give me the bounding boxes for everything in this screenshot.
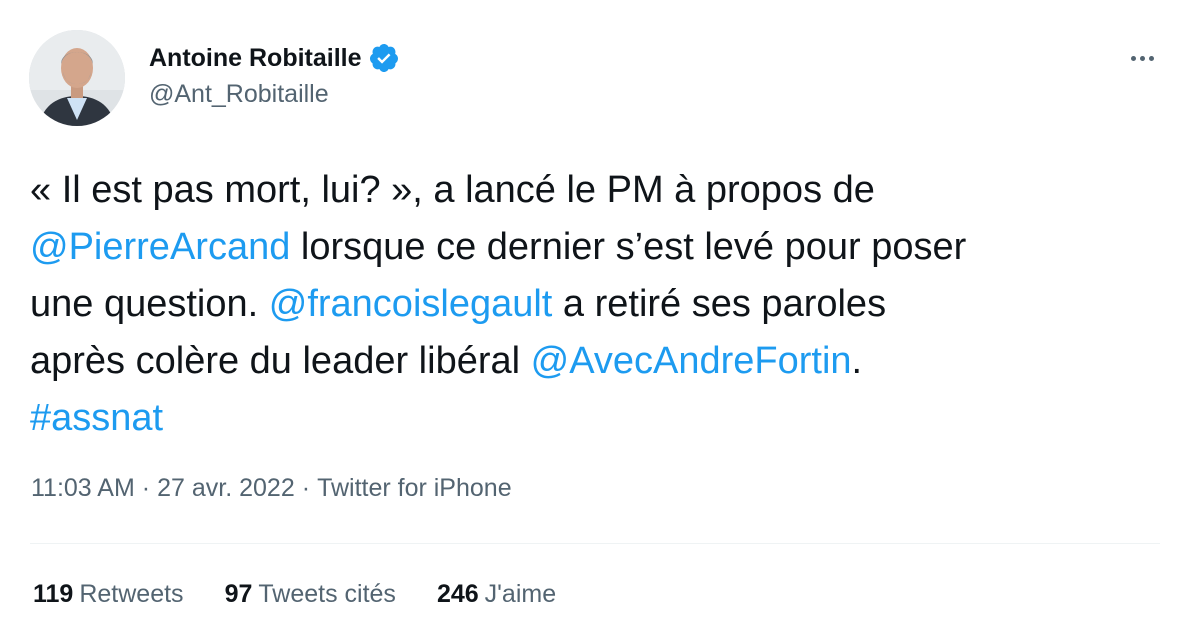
likes-count: 246	[436, 580, 479, 608]
hashtag-link[interactable]: #assnat	[30, 397, 163, 439]
quote-tweets-label: Tweets cités	[258, 580, 396, 608]
author-display-name[interactable]: Antoine Robitaille	[149, 44, 362, 73]
tweet-stats: 119 Retweets 97 Tweets cités 246 J'aime	[33, 580, 556, 609]
mention-link[interactable]: @francoislegault	[269, 283, 553, 325]
tweet-meta: 11:03 AM · 27 avr. 2022 · Twitter for iPhone	[31, 474, 512, 503]
tweet-text-segment: une question.	[30, 283, 269, 325]
tweet-text: « Il est pas mort, lui? », a lancé le PM…	[30, 162, 1170, 447]
more-options-icon[interactable]	[1124, 46, 1160, 70]
tweet-text-line: après colère du leader libéral @AvecAndr…	[30, 333, 1170, 390]
avatar-image	[29, 30, 125, 126]
verified-badge-icon	[368, 42, 400, 74]
tweet-date[interactable]: 27 avr. 2022	[157, 474, 295, 502]
tweet-card: Antoine Robitaille @Ant_Robitaille « Il …	[0, 0, 1192, 632]
avatar[interactable]	[29, 30, 125, 126]
author-name-row: Antoine Robitaille	[149, 40, 400, 76]
tweet-text-segment: .	[851, 340, 863, 382]
more-dot	[1130, 55, 1136, 61]
meta-separator: ·	[141, 474, 151, 502]
author-handle[interactable]: @Ant_Robitaille	[149, 80, 329, 109]
tweet-text-line: « Il est pas mort, lui? », a lancé le PM…	[30, 162, 1170, 219]
tweet-text-line: #assnat	[30, 390, 1170, 447]
tweet-text-segment: lorsque ce dernier s’est levé pour poser	[290, 226, 967, 268]
more-dot	[1148, 55, 1154, 61]
quote-tweets-stat[interactable]: 97 Tweets cités	[225, 580, 396, 609]
more-dot	[1139, 55, 1145, 61]
tweet-text-line: une question. @francoislegault a retiré …	[30, 276, 1170, 333]
tweet-text-segment: après colère du leader libéral	[30, 340, 531, 382]
retweets-label: Retweets	[79, 580, 184, 608]
meta-separator: ·	[301, 474, 311, 502]
divider	[30, 543, 1160, 544]
retweets-count: 119	[33, 580, 74, 608]
tweet-source[interactable]: Twitter for iPhone	[317, 474, 512, 502]
likes-stat[interactable]: 246 J'aime	[437, 580, 556, 609]
tweet-text-line: @PierreArcand lorsque ce dernier s’est l…	[30, 219, 1170, 276]
tweet-text-segment: « Il est pas mort, lui? », a lancé le PM…	[30, 169, 875, 211]
mention-link[interactable]: @AvecAndreFortin	[531, 340, 852, 382]
tweet-time[interactable]: 11:03 AM	[31, 474, 135, 502]
retweets-stat[interactable]: 119 Retweets	[33, 580, 184, 609]
quote-tweets-count: 97	[224, 580, 253, 608]
mention-link[interactable]: @PierreArcand	[30, 226, 290, 268]
likes-label: J'aime	[484, 580, 557, 608]
tweet-text-segment: a retiré ses paroles	[552, 283, 887, 325]
